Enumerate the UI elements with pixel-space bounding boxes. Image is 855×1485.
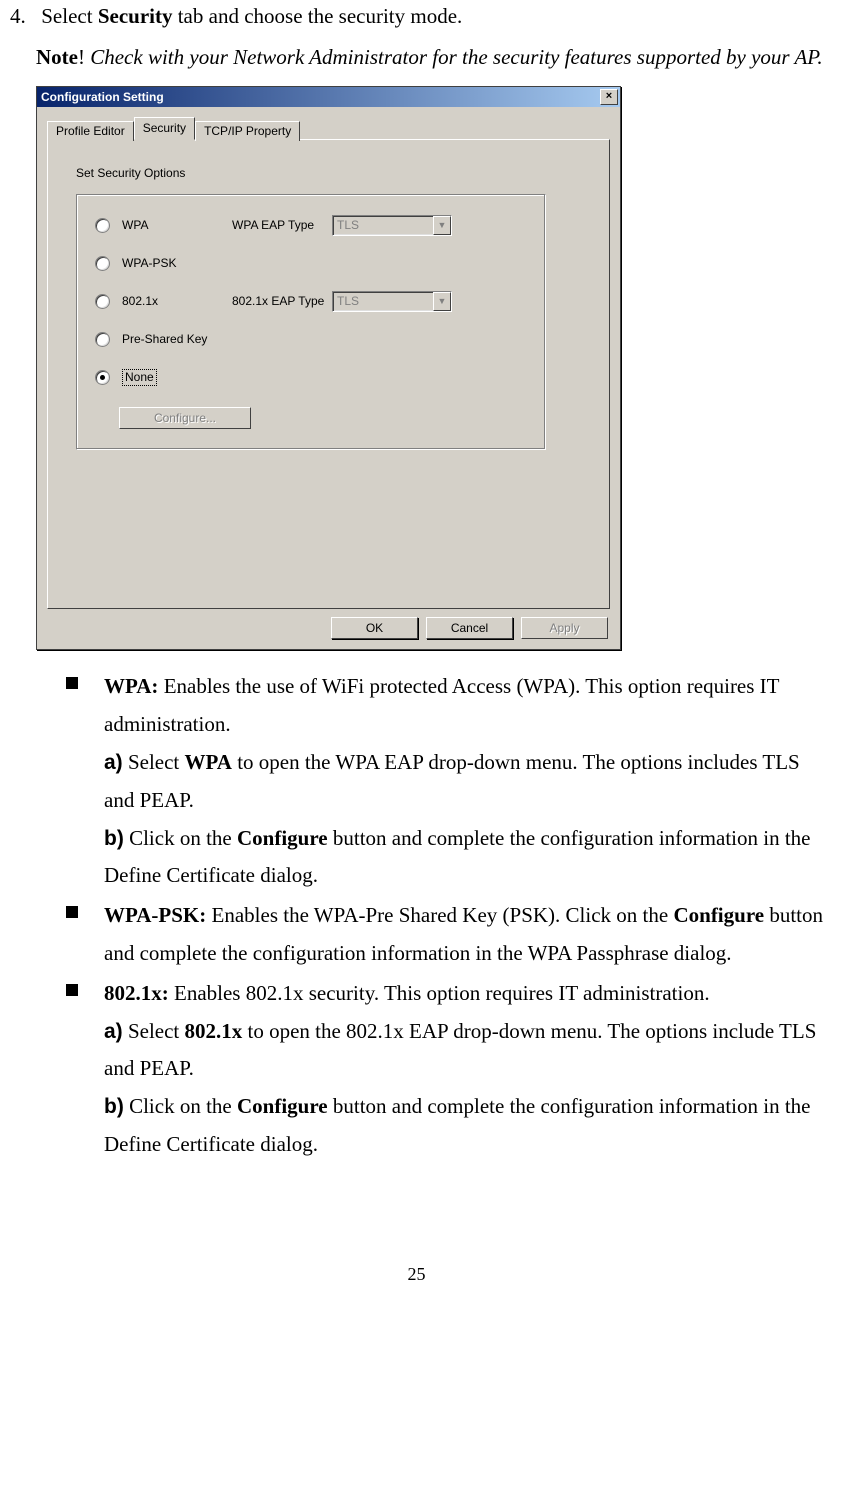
tab-security[interactable]: Security <box>134 117 195 140</box>
radio-psk[interactable] <box>95 332 110 347</box>
title-bar: Configuration Setting × <box>37 87 620 107</box>
cancel-button[interactable]: Cancel <box>426 617 513 639</box>
note-bang: ! <box>78 45 90 69</box>
wpa-sub-b-prefix: b) <box>104 827 124 850</box>
wpa-sub-b-1: Click on the <box>124 826 237 850</box>
step-text-a: Select <box>41 4 98 28</box>
wpa-eap-combo[interactable]: TLS ▼ <box>332 215 452 236</box>
chevron-down-icon: ▼ <box>433 216 451 235</box>
tab-profile-editor[interactable]: Profile Editor <box>47 121 134 141</box>
square-bullet-icon <box>66 906 78 918</box>
wpa-sub-a-bold: WPA <box>185 750 232 774</box>
dot1x-sub-b-prefix: b) <box>104 1095 124 1118</box>
security-options-label: Set Security Options <box>76 166 589 180</box>
wpa-eap-value: TLS <box>337 218 359 232</box>
dialog-footer: OK Cancel Apply <box>37 617 620 649</box>
note-line: Note! Check with your Network Administra… <box>36 39 833 77</box>
dot1x-sub-b-bold: Configure <box>237 1094 328 1118</box>
note-label: Note <box>36 45 78 69</box>
dot1x-sub-a-1: Select <box>123 1019 185 1043</box>
wpa-sub-a-prefix: a) <box>104 751 123 774</box>
step-heading: 4. Select Security tab and choose the se… <box>10 0 833 33</box>
radio-wpa-label: WPA <box>122 218 232 232</box>
radio-wpa[interactable] <box>95 218 110 233</box>
wpa-eap-label: WPA EAP Type <box>232 218 332 232</box>
bullet-8021x: 802.1x: Enables 802.1x security. This op… <box>66 975 833 1164</box>
step-number: 4. <box>10 0 36 33</box>
configure-button[interactable]: Configure... <box>119 407 251 429</box>
config-dialog: Configuration Setting × Profile Editor S… <box>36 86 621 650</box>
note-text: Check with your Network Administrator fo… <box>90 45 822 69</box>
bullet-wpa-psk: WPA-PSK: Enables the WPA-Pre Shared Key … <box>66 897 833 973</box>
wpa-sub-b-bold: Configure <box>237 826 328 850</box>
dot1x-sub-a-prefix: a) <box>104 1020 123 1043</box>
square-bullet-icon <box>66 677 78 689</box>
square-bullet-icon <box>66 984 78 996</box>
wpapsk-head: WPA-PSK: <box>104 903 206 927</box>
window-title: Configuration Setting <box>41 87 164 107</box>
radio-psk-label: Pre-Shared Key <box>122 332 232 346</box>
dot1x-eap-value: TLS <box>337 294 359 308</box>
tab-tcpip[interactable]: TCP/IP Property <box>195 121 300 141</box>
wpapsk-bold: Configure <box>673 903 764 927</box>
wpa-text: Enables the use of WiFi protected Access… <box>104 674 779 736</box>
tab-panel-security: Set Security Options WPA WPA EAP Type TL… <box>47 139 610 609</box>
page-number: 25 <box>0 1264 833 1285</box>
wpa-head: WPA: <box>104 674 158 698</box>
step-text-c: tab and choose the security mode. <box>172 4 462 28</box>
dot1x-head: 802.1x: <box>104 981 169 1005</box>
ok-button[interactable]: OK <box>331 617 418 639</box>
security-options-group: WPA WPA EAP Type TLS ▼ WPA-PSK 802.1x <box>76 194 546 450</box>
close-icon[interactable]: × <box>600 89 618 105</box>
radio-8021x[interactable] <box>95 294 110 309</box>
apply-button[interactable]: Apply <box>521 617 608 639</box>
dot1x-eap-combo[interactable]: TLS ▼ <box>332 291 452 312</box>
radio-wpa-psk[interactable] <box>95 256 110 271</box>
chevron-down-icon: ▼ <box>433 292 451 311</box>
dot1x-eap-label: 802.1x EAP Type <box>232 294 332 308</box>
radio-wpa-psk-label: WPA-PSK <box>122 256 232 270</box>
dot1x-sub-b-1: Click on the <box>124 1094 237 1118</box>
bullet-wpa: WPA: Enables the use of WiFi protected A… <box>66 668 833 895</box>
radio-none[interactable] <box>95 370 110 385</box>
dot1x-sub-a-bold: 802.1x <box>185 1019 243 1043</box>
step-text-bold: Security <box>98 4 173 28</box>
dot1x-text: Enables 802.1x security. This option req… <box>169 981 710 1005</box>
radio-none-label: None <box>122 370 232 384</box>
radio-8021x-label: 802.1x <box>122 294 232 308</box>
wpapsk-t1: Enables the WPA-Pre Shared Key (PSK). Cl… <box>206 903 673 927</box>
tab-strip: Profile Editor Security TCP/IP Property <box>47 117 610 139</box>
wpa-sub-a-1: Select <box>123 750 185 774</box>
